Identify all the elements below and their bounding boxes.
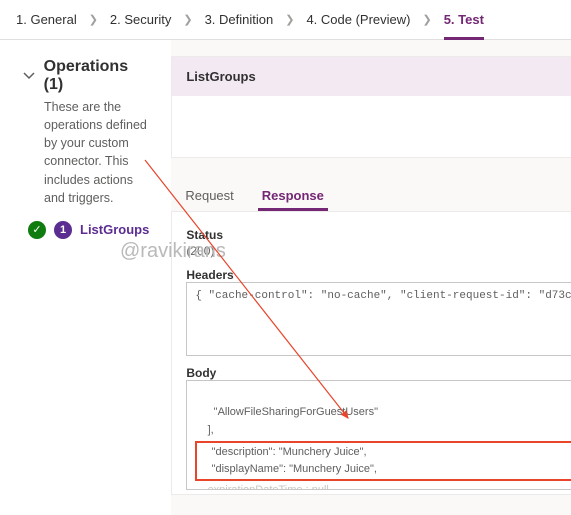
- step-security[interactable]: 2. Security: [100, 0, 181, 40]
- number-badge: 1: [54, 221, 72, 239]
- highlighted-body: "description": "Munchery Juice", "displa…: [195, 441, 571, 481]
- operation-name: ListGroups: [80, 222, 149, 237]
- step-general[interactable]: 1. General: [6, 0, 87, 40]
- chevron-right-icon: ❯: [181, 13, 194, 26]
- step-test[interactable]: 5. Test: [434, 0, 494, 40]
- status-value: (200): [186, 244, 571, 258]
- test-panel: ListGroups Test operation Request Respon…: [171, 40, 571, 515]
- body-textarea[interactable]: "AllowFileSharingForGuestUsers" ], "desc…: [186, 380, 571, 490]
- operations-pane: Operations (1) These are the operations …: [0, 40, 171, 515]
- chevron-right-icon: ❯: [420, 13, 433, 26]
- tab-response[interactable]: Response: [248, 180, 338, 211]
- headers-label: Headers: [186, 268, 571, 282]
- group-title: ListGroups: [172, 57, 571, 96]
- operations-title: Operations (1): [44, 58, 150, 94]
- step-definition[interactable]: 3. Definition: [195, 0, 284, 40]
- operations-description: These are the operations defined by your…: [44, 98, 149, 207]
- step-code[interactable]: 4. Code (Preview): [296, 0, 420, 40]
- response-section: Status (200) Headers { "cache-control": …: [171, 211, 571, 495]
- chevron-right-icon: ❯: [283, 13, 296, 26]
- result-tabs: Request Response: [171, 180, 571, 211]
- operation-item[interactable]: ✓ 1 ListGroups: [28, 221, 149, 239]
- wizard-steps: 1. General ❯ 2. Security ❯ 3. Definition…: [0, 0, 571, 40]
- tab-request[interactable]: Request: [171, 180, 247, 211]
- body-label: Body: [186, 366, 571, 380]
- chevron-right-icon: ❯: [87, 13, 100, 26]
- status-label: Status: [186, 228, 571, 242]
- chevron-down-icon[interactable]: [22, 69, 36, 84]
- headers-textarea[interactable]: { "cache-control": "no-cache", "client-r…: [186, 282, 571, 356]
- check-icon: ✓: [28, 221, 46, 239]
